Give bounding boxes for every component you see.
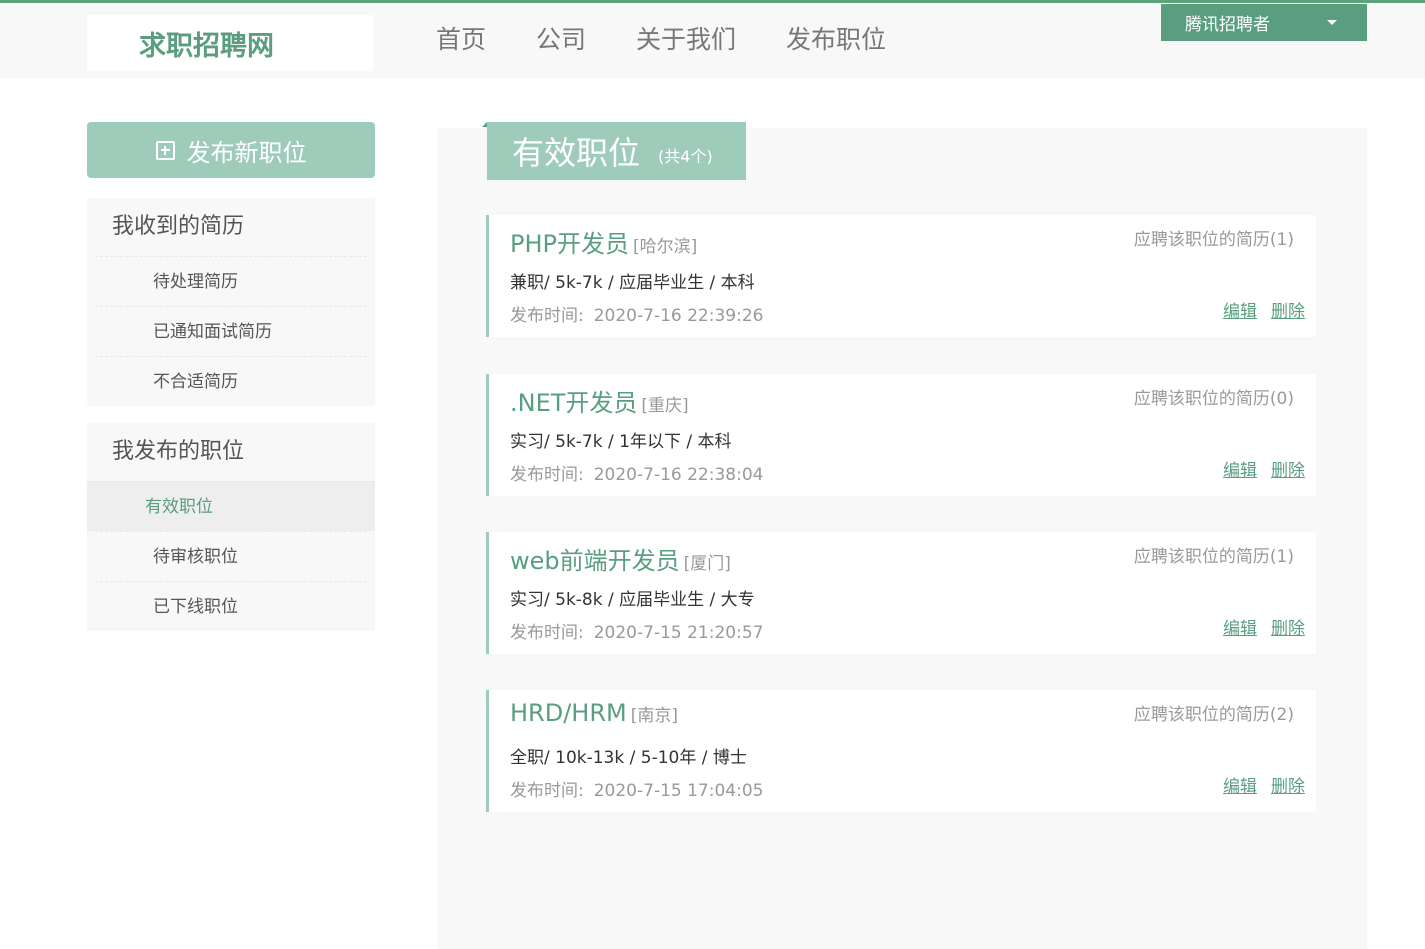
edit-job-link[interactable]: 编辑 [1223,777,1257,797]
job-title[interactable]: .NET开发员 [重庆] [510,383,689,418]
resume-count-label: 应聘该职位的简历 [1133,230,1270,250]
job-resume-count[interactable]: 应聘该职位的简历(1) [1134,542,1294,567]
main-nav: 首页 公司 关于我们 发布职位 [436,20,936,60]
publish-time-label: 发布时间: [510,781,584,801]
site-logo[interactable]: 求职招聘网 [87,15,373,71]
job-title[interactable]: HRD/HRM [南京] [510,699,678,727]
sidebar-jobs-group: 我发布的职位 有效职位 待审核职位 已下线职位 [87,423,375,631]
job-name-text: HRD/HRM [510,699,627,727]
job-city: [厦门] [683,554,731,574]
job-publish-time: 发布时间: 2020-7-16 22:39:26 [510,301,763,326]
job-publish-time: 发布时间: 2020-7-15 17:04:05 [510,776,763,801]
job-meta: 全职/ 10k-13k / 5-10年 / 博士 [510,748,747,768]
job-name-text: PHP开发员 [510,230,629,258]
caret-down-icon [1327,20,1337,25]
job-actions: 编辑 删除 [1209,772,1305,797]
delete-job-link[interactable]: 删除 [1271,619,1305,639]
page-title: 有效职位 (共4个) [482,122,746,180]
nav-post-job[interactable]: 发布职位 [786,20,886,60]
sidebar-resume-group: 我收到的简历 待处理简历 已通知面试简历 不合适简历 [87,198,375,406]
job-city: [重庆] [641,396,689,416]
publish-time-label: 发布时间: [510,623,584,643]
sidebar-item-active-jobs[interactable]: 有效职位 [87,481,375,531]
resume-count-value: (1) [1269,230,1294,250]
title-corner-decoration [482,122,487,127]
job-card: HRD/HRM [南京] 应聘该职位的简历(2) 全职/ 10k-13k / 5-10… [486,690,1316,812]
job-publish-time: 发布时间: 2020-7-15 21:20:57 [510,618,763,643]
edit-job-link[interactable]: 编辑 [1223,461,1257,481]
user-menu-dropdown[interactable]: 腾讯招聘者 [1161,4,1367,41]
job-resume-count[interactable]: 应聘该职位的简历(2) [1134,700,1294,725]
resume-count-value: (2) [1269,705,1294,725]
publish-time-label: 发布时间: [510,306,584,326]
job-actions: 编辑 删除 [1209,614,1305,639]
resume-count-label: 应聘该职位的简历 [1133,547,1270,567]
job-city: [哈尔滨] [633,237,698,257]
sidebar-item-offline-jobs[interactable]: 已下线职位 [95,581,367,631]
publish-button-label: 发布新职位 [186,138,307,167]
job-name-text: web前端开发员 [510,547,680,575]
resume-count-label: 应聘该职位的简历 [1133,389,1270,409]
delete-job-link[interactable]: 删除 [1271,461,1305,481]
delete-job-link[interactable]: 删除 [1271,302,1305,322]
resume-count-value: (0) [1269,389,1294,409]
sidebar-item-pending-jobs[interactable]: 待审核职位 [95,531,367,581]
job-meta: 实习/ 5k-8k / 应届毕业生 / 大专 [510,590,755,610]
publish-time-value: 2020-7-15 21:20:57 [593,623,764,643]
job-resume-count[interactable]: 应聘该职位的简历(0) [1134,384,1294,409]
job-card: .NET开发员 [重庆] 应聘该职位的简历(0) 实习/ 5k-7k / 1年以下 /… [486,374,1316,496]
sidebar-item-rejected-resumes[interactable]: 不合适简历 [95,356,367,406]
job-meta: 实习/ 5k-7k / 1年以下 / 本科 [510,432,732,452]
nav-companies[interactable]: 公司 [536,20,586,60]
sidebar-group-title-resumes: 我收到的简历 [112,214,245,239]
job-actions: 编辑 删除 [1209,297,1305,322]
publish-new-job-button[interactable]: 发布新职位 [87,122,375,178]
job-meta: 兼职/ 5k-7k / 应届毕业生 / 本科 [510,273,755,293]
site-header: 求职招聘网 首页 公司 关于我们 发布职位 腾讯招聘者 [0,0,1425,78]
job-city: [南京] [630,706,678,726]
publish-time-value: 2020-7-16 22:39:26 [593,306,764,326]
job-count: (共4个) [658,147,713,166]
publish-time-value: 2020-7-16 22:38:04 [593,465,764,485]
sidebar-item-interview-resumes[interactable]: 已通知面试简历 [95,306,367,356]
publish-time-value: 2020-7-15 17:04:05 [593,781,764,801]
delete-job-link[interactable]: 删除 [1271,777,1305,797]
job-card: web前端开发员 [厦门] 应聘该职位的简历(1) 实习/ 5k-8k / 应届毕业生… [486,532,1316,654]
job-actions: 编辑 删除 [1209,456,1305,481]
publish-time-label: 发布时间: [510,465,584,485]
resume-count-value: (1) [1269,547,1294,567]
job-title[interactable]: PHP开发员 [哈尔滨] [510,224,697,259]
sidebar-group-title-jobs: 我发布的职位 [112,439,245,464]
sidebar-item-pending-resumes[interactable]: 待处理简历 [95,256,367,306]
user-menu-label: 腾讯招聘者 [1185,15,1270,35]
job-name-text: .NET开发员 [510,389,638,417]
nav-about[interactable]: 关于我们 [636,20,736,60]
edit-job-link[interactable]: 编辑 [1223,619,1257,639]
job-card: PHP开发员 [哈尔滨] 应聘该职位的简历(1) 兼职/ 5k-7k / 应届毕业生 … [486,215,1316,337]
nav-home[interactable]: 首页 [436,20,486,60]
edit-job-link[interactable]: 编辑 [1223,302,1257,322]
job-publish-time: 发布时间: 2020-7-16 22:38:04 [510,460,763,485]
job-resume-count[interactable]: 应聘该职位的简历(1) [1134,225,1294,250]
resume-count-label: 应聘该职位的简历 [1133,705,1270,725]
page-title-text: 有效职位 [512,134,641,172]
plus-square-icon [155,140,175,160]
job-title[interactable]: web前端开发员 [厦门] [510,541,731,576]
